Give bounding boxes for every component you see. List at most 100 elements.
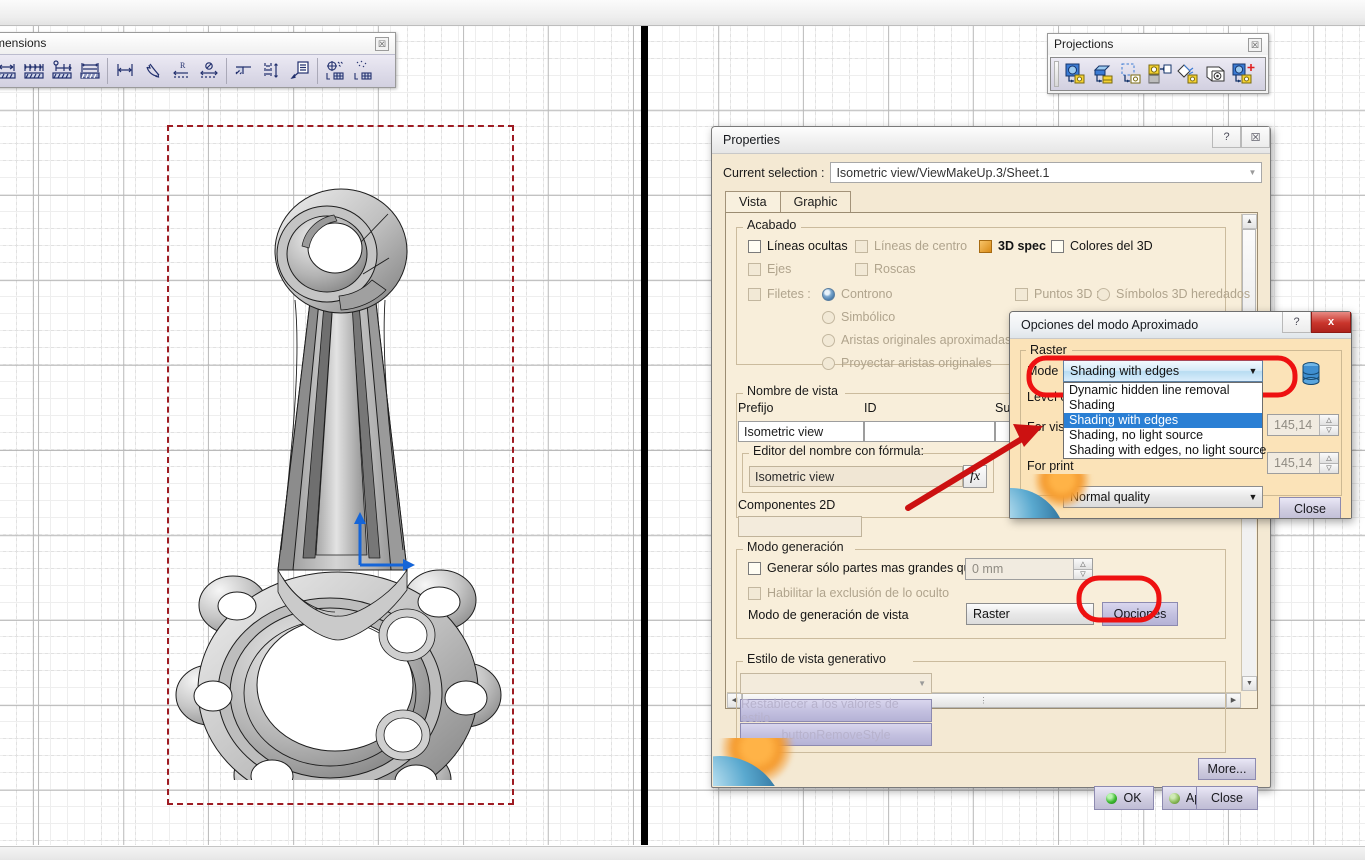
- raster-mode-dropdown[interactable]: Dynamic hidden line removal Shading Shad…: [1063, 382, 1266, 459]
- stepper-up[interactable]: △: [1320, 415, 1338, 426]
- checkbox-generar-solo-partes[interactable]: Generar sólo partes mas grandes que: [748, 561, 978, 575]
- stepper-up[interactable]: △: [1320, 453, 1338, 464]
- approx-titlebar[interactable]: Opciones del modo Aproximado ? x: [1010, 312, 1351, 339]
- checkbox-box[interactable]: [748, 561, 761, 575]
- unfolded-view-icon[interactable]: [1174, 60, 1202, 88]
- checkbox-box[interactable]: [748, 239, 761, 253]
- radius-dimension-icon[interactable]: R: [167, 57, 195, 85]
- current-selection-combo[interactable]: Isometric view/ViewMakeUp.3/Sheet.1 ▼: [830, 162, 1263, 183]
- stacked-dimensions-icon[interactable]: [76, 57, 104, 85]
- formula-fx-button[interactable]: fx: [963, 465, 987, 488]
- ok-button[interactable]: OK: [1094, 786, 1154, 810]
- dropdown-item[interactable]: Shading: [1064, 398, 1262, 413]
- checkbox-3d-spec[interactable]: 3D spec: [979, 239, 1046, 253]
- close-icon[interactable]: ☒: [375, 36, 389, 51]
- chain-dimensions-icon[interactable]: [20, 57, 48, 85]
- raster-mode-combo[interactable]: Shading with edges ▼: [1063, 360, 1263, 382]
- opciones-button[interactable]: Opciones: [1102, 602, 1178, 626]
- checkbox-label: Filetes :: [767, 287, 811, 301]
- ok-green-icon: [1106, 792, 1118, 804]
- for-visu-stepper[interactable]: 145,14 △ ▽: [1267, 414, 1339, 436]
- estilo-vista-combo[interactable]: ▼: [740, 673, 932, 694]
- min-part-size-stepper[interactable]: 0 mm △ ▽: [965, 558, 1093, 580]
- projections-toolbar-body: [1050, 57, 1266, 91]
- chevron-down-icon[interactable]: ▼: [1244, 361, 1262, 381]
- chamfer-dimension-icon[interactable]: [230, 57, 258, 85]
- dimensions-group-2: R: [111, 57, 223, 85]
- close-icon[interactable]: ☒: [1248, 37, 1262, 52]
- properties-titlebar[interactable]: Properties ? ☒: [712, 127, 1270, 154]
- componentes-2d-input[interactable]: [738, 516, 862, 537]
- radio-button: [822, 333, 835, 347]
- cumulated-dimensions-icon[interactable]: [48, 57, 76, 85]
- isometric-3d-part[interactable]: [175, 150, 505, 780]
- projections-toolbar[interactable]: Projections ☒: [1047, 33, 1269, 94]
- projection-view-icon[interactable]: [1062, 60, 1090, 88]
- scroll-up-arrow[interactable]: ▲: [1242, 214, 1257, 229]
- length-distance-dimension-icon[interactable]: [111, 57, 139, 85]
- tab-graphic[interactable]: Graphic: [779, 191, 852, 213]
- scroll-right-arrow[interactable]: ▶: [1226, 692, 1241, 708]
- chevron-down-icon[interactable]: ▼: [1244, 487, 1262, 507]
- checkbox-label: 3D spec: [998, 239, 1046, 253]
- print-quality-combo[interactable]: Normal quality ▼: [1063, 486, 1263, 508]
- prefijo-input[interactable]: Isometric view: [738, 421, 864, 442]
- dropdown-item[interactable]: Shading with edges, no light source: [1064, 443, 1266, 458]
- checkbox-box: [748, 287, 761, 301]
- top-strip: [0, 0, 1365, 26]
- thread-dimension-icon[interactable]: [258, 57, 286, 85]
- dimension-system-icon[interactable]: [349, 57, 377, 85]
- database-icon[interactable]: [1300, 361, 1322, 390]
- tab-vista[interactable]: Vista: [725, 191, 781, 213]
- close-button[interactable]: Close: [1196, 786, 1258, 810]
- checkbox-label: Colores del 3D: [1070, 239, 1153, 253]
- current-selection-row: Current selection : Isometric view/ViewM…: [723, 162, 1263, 183]
- for-print-stepper[interactable]: 145,14 △ ▽: [1267, 452, 1339, 474]
- checkbox-puntos-3d: Puntos 3D :: [1015, 287, 1099, 301]
- modo-generacion-vista-combo[interactable]: Raster ▼: [966, 603, 1094, 625]
- new-view-icon[interactable]: [1230, 60, 1258, 88]
- close-icon[interactable]: x: [1311, 312, 1351, 333]
- approx-options-dialog[interactable]: Opciones del modo Aproximado ? x Raster …: [1009, 311, 1352, 519]
- dropdown-item[interactable]: Dynamic hidden line removal: [1064, 383, 1262, 398]
- stepper-down[interactable]: ▽: [1320, 463, 1338, 473]
- checkbox-lineas-ocultas[interactable]: Líneas ocultas: [748, 239, 848, 253]
- dimensions-icon[interactable]: [0, 57, 20, 85]
- advanced-front-view-icon[interactable]: [1146, 60, 1174, 88]
- radio-button: [1097, 287, 1110, 301]
- checkbox-box[interactable]: [1051, 239, 1064, 253]
- dropdown-item[interactable]: Shading, no light source: [1064, 428, 1262, 443]
- view-from-3d-icon[interactable]: [1202, 60, 1230, 88]
- dimensions-toolbar-titlebar[interactable]: mensions ☒: [0, 33, 395, 54]
- dropdown-item-selected[interactable]: Shading with edges: [1064, 413, 1262, 428]
- sheet-border-line: [641, 25, 648, 845]
- checkbox-box[interactable]: [979, 239, 992, 253]
- stepper-up[interactable]: △: [1074, 559, 1092, 570]
- dimensions-toolbar[interactable]: mensions ☒ R: [0, 32, 396, 88]
- min-part-size-value: 0 mm: [972, 562, 1004, 576]
- toolbar-grip[interactable]: [1054, 61, 1059, 87]
- stepper-down[interactable]: ▽: [1320, 425, 1338, 435]
- editor-formula-input[interactable]: Isometric view: [749, 466, 963, 487]
- id-input[interactable]: [864, 421, 995, 442]
- checkbox-label: Generar sólo partes mas grandes que: [767, 561, 978, 575]
- stepper-down[interactable]: ▽: [1074, 569, 1092, 579]
- datum-target-icon[interactable]: [321, 57, 349, 85]
- auxiliary-view-icon[interactable]: [1090, 60, 1118, 88]
- scroll-down-arrow[interactable]: ▼: [1242, 676, 1257, 691]
- approx-close-button[interactable]: Close: [1279, 497, 1341, 518]
- raster-mode-value: Shading with edges: [1070, 364, 1180, 378]
- diameter-dimension-icon[interactable]: [195, 57, 223, 85]
- close-icon[interactable]: ☒: [1241, 127, 1270, 148]
- more-button[interactable]: More...: [1198, 758, 1256, 780]
- radio-label: Aristas originales aproximadas: [841, 333, 1012, 347]
- coordinate-dimension-icon[interactable]: [286, 57, 314, 85]
- radio-button: [822, 287, 835, 301]
- help-icon[interactable]: ?: [1212, 127, 1241, 148]
- projections-toolbar-titlebar[interactable]: Projections ☒: [1048, 34, 1268, 55]
- help-icon[interactable]: ?: [1282, 312, 1311, 333]
- checkbox-filetes: Filetes :: [748, 287, 811, 301]
- angle-dimension-icon[interactable]: [139, 57, 167, 85]
- isometric-view-icon[interactable]: [1118, 60, 1146, 88]
- checkbox-colores-del-3d[interactable]: Colores del 3D: [1051, 239, 1153, 253]
